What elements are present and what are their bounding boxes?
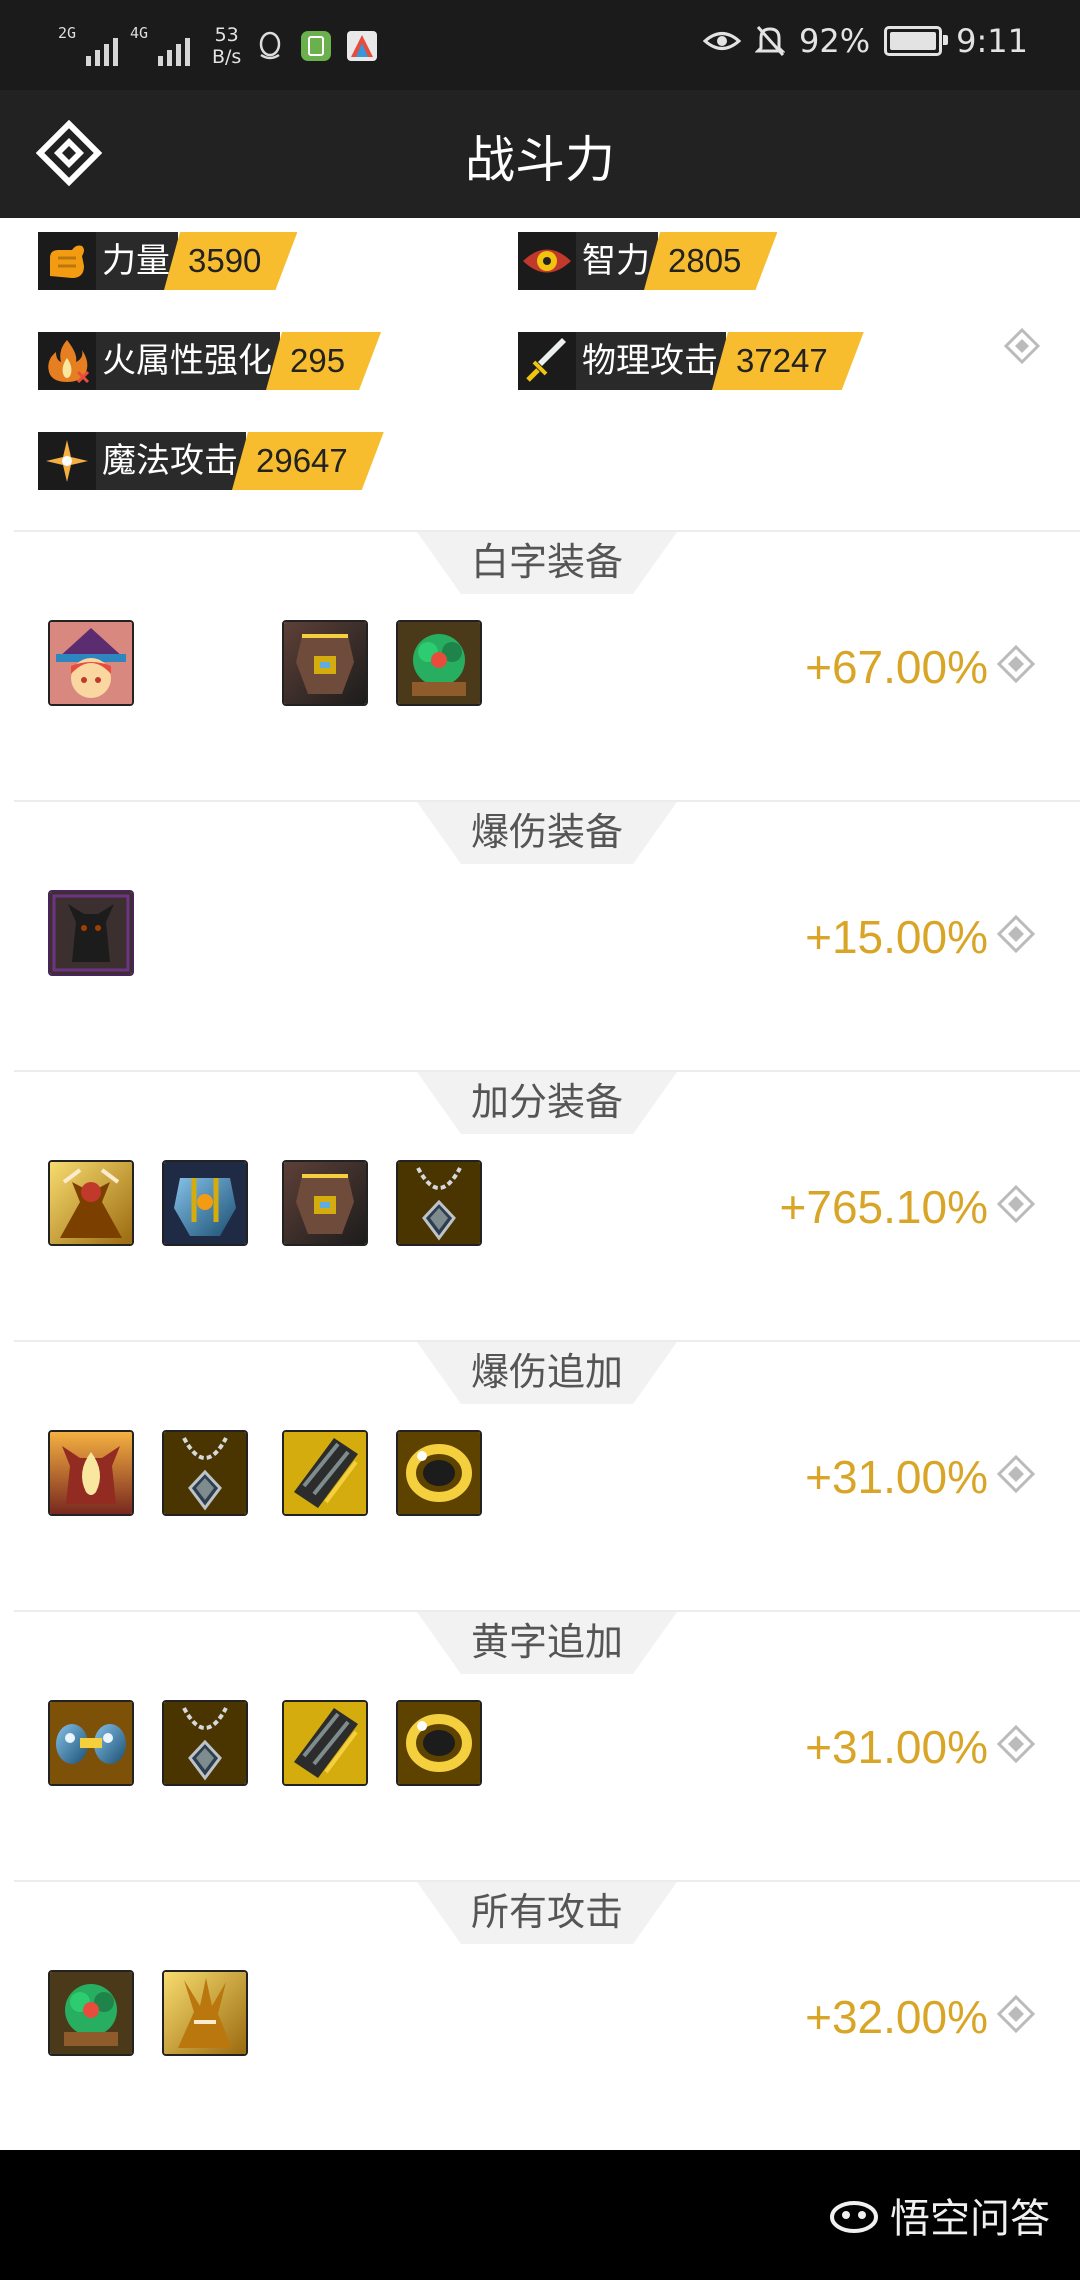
stat-value: 29647 bbox=[232, 432, 384, 490]
signal-2g-icon: 2G bbox=[58, 24, 118, 66]
section-value: +765.10% bbox=[779, 1181, 988, 1233]
bracer-item-icon[interactable] bbox=[282, 1430, 368, 1516]
section-detail-icon[interactable] bbox=[996, 644, 1036, 684]
stat-value: 2805 bbox=[644, 232, 777, 290]
page-title: 战斗力 bbox=[465, 131, 615, 189]
mute-bell-icon bbox=[755, 26, 786, 56]
stat-label: 力量 bbox=[96, 232, 178, 290]
stat-label: 火属性强化 bbox=[96, 332, 280, 390]
signal-1-label: 2G bbox=[58, 24, 77, 42]
stat-physical-attack: 物理攻击 37247 bbox=[518, 332, 864, 390]
status-bar: 2G 4G 53 B/s 92% 9:11 bbox=[0, 0, 1080, 90]
section-value: +15.00% bbox=[805, 911, 988, 963]
blue-armor-item-icon[interactable] bbox=[162, 1160, 248, 1246]
app-bar: 战斗力 bbox=[0, 90, 1080, 218]
fist-icon bbox=[38, 232, 96, 290]
qq-icon bbox=[260, 31, 281, 60]
fire-beast-item-icon[interactable] bbox=[48, 1430, 134, 1516]
section-all-attack: 所有攻击 +32.00% bbox=[14, 1880, 1080, 2152]
section-title: 爆伤追加 bbox=[417, 1342, 677, 1404]
section-title: 爆伤装备 bbox=[417, 802, 677, 864]
section-value: +32.00% bbox=[805, 1991, 988, 2043]
blue-crystal-item-icon[interactable] bbox=[48, 1700, 134, 1786]
plant-item-icon[interactable] bbox=[48, 1970, 134, 2056]
section-detail-icon[interactable] bbox=[996, 1184, 1036, 1224]
armor-item-icon[interactable] bbox=[282, 1160, 368, 1246]
sparkle-icon bbox=[38, 432, 96, 490]
plant-item-icon[interactable] bbox=[396, 620, 482, 706]
watermark-text: 悟空问答 bbox=[890, 2196, 1050, 2242]
stat-value: 3590 bbox=[164, 232, 297, 290]
dark-beast-item-icon[interactable] bbox=[48, 890, 134, 976]
stat-intelligence: 智力 2805 bbox=[518, 232, 777, 290]
section-value: +31.00% bbox=[805, 1451, 988, 1503]
stat-magic-attack: 魔法攻击 29647 bbox=[38, 432, 384, 490]
stats-expand-icon[interactable] bbox=[1004, 328, 1040, 364]
ring-item-icon[interactable] bbox=[396, 1430, 482, 1516]
signal-4g-icon: 4G bbox=[130, 24, 190, 66]
stat-label: 智力 bbox=[576, 232, 658, 290]
battery-icon bbox=[884, 26, 949, 56]
battery-percent: 92% bbox=[799, 22, 871, 60]
signal-2-label: 4G bbox=[130, 24, 149, 42]
stat-value: 295 bbox=[266, 332, 381, 390]
network-speed: 53 B/s bbox=[212, 24, 241, 68]
section-detail-icon[interactable] bbox=[996, 1454, 1036, 1494]
ring-item-icon[interactable] bbox=[396, 1700, 482, 1786]
section-title: 黄字追加 bbox=[417, 1612, 677, 1674]
section-title: 白字装备 bbox=[417, 532, 677, 594]
section-crit-equip: 爆伤装备 +15.00% bbox=[14, 800, 1080, 1072]
necklace-item-icon[interactable] bbox=[396, 1160, 482, 1246]
golden-figure-item-icon[interactable] bbox=[48, 1160, 134, 1246]
section-detail-icon[interactable] bbox=[996, 1724, 1036, 1764]
section-bonus-equip: 加分装备 +765.10% bbox=[14, 1070, 1080, 1342]
section-value: +67.00% bbox=[805, 641, 988, 693]
eye-icon bbox=[518, 232, 576, 290]
section-title: 所有攻击 bbox=[417, 1882, 677, 1944]
hat-girl-item-icon[interactable] bbox=[48, 620, 134, 706]
watermark: 悟空问答 bbox=[828, 2186, 1050, 2244]
section-detail-icon[interactable] bbox=[996, 1994, 1036, 2034]
sword-icon bbox=[518, 332, 576, 390]
wukong-logo-icon bbox=[830, 2201, 878, 2233]
section-detail-icon[interactable] bbox=[996, 914, 1036, 954]
gold-claw-item-icon[interactable] bbox=[162, 1970, 248, 2056]
app-notification-icon bbox=[301, 31, 332, 61]
bottom-bar: 悟空问答 bbox=[0, 2150, 1080, 2280]
section-value: +31.00% bbox=[805, 1721, 988, 1773]
app-colorful-icon bbox=[347, 31, 378, 61]
necklace-item-icon[interactable] bbox=[162, 1700, 248, 1786]
stat-value: 37247 bbox=[712, 332, 864, 390]
necklace-item-icon[interactable] bbox=[162, 1430, 248, 1516]
bracer-item-icon[interactable] bbox=[282, 1700, 368, 1786]
stat-strength: 力量 3590 bbox=[38, 232, 297, 290]
stat-fire-enhance: 火属性强化 295 bbox=[38, 332, 381, 390]
speed-value: 53 bbox=[214, 24, 239, 46]
armor-item-icon[interactable] bbox=[282, 620, 368, 706]
fire-icon bbox=[38, 332, 96, 390]
section-crit-add: 爆伤追加 +31.00% bbox=[14, 1340, 1080, 1612]
section-yellow-add: 黄字追加 +31.00% bbox=[14, 1610, 1080, 1882]
stat-label: 魔法攻击 bbox=[96, 432, 246, 490]
stat-label: 物理攻击 bbox=[576, 332, 726, 390]
section-white-equip: 白字装备 +67.00% bbox=[14, 530, 1080, 802]
eye-comfort-icon bbox=[703, 32, 742, 50]
clock: 9:11 bbox=[956, 22, 1028, 60]
section-title: 加分装备 bbox=[417, 1072, 677, 1134]
speed-unit: B/s bbox=[212, 46, 242, 68]
